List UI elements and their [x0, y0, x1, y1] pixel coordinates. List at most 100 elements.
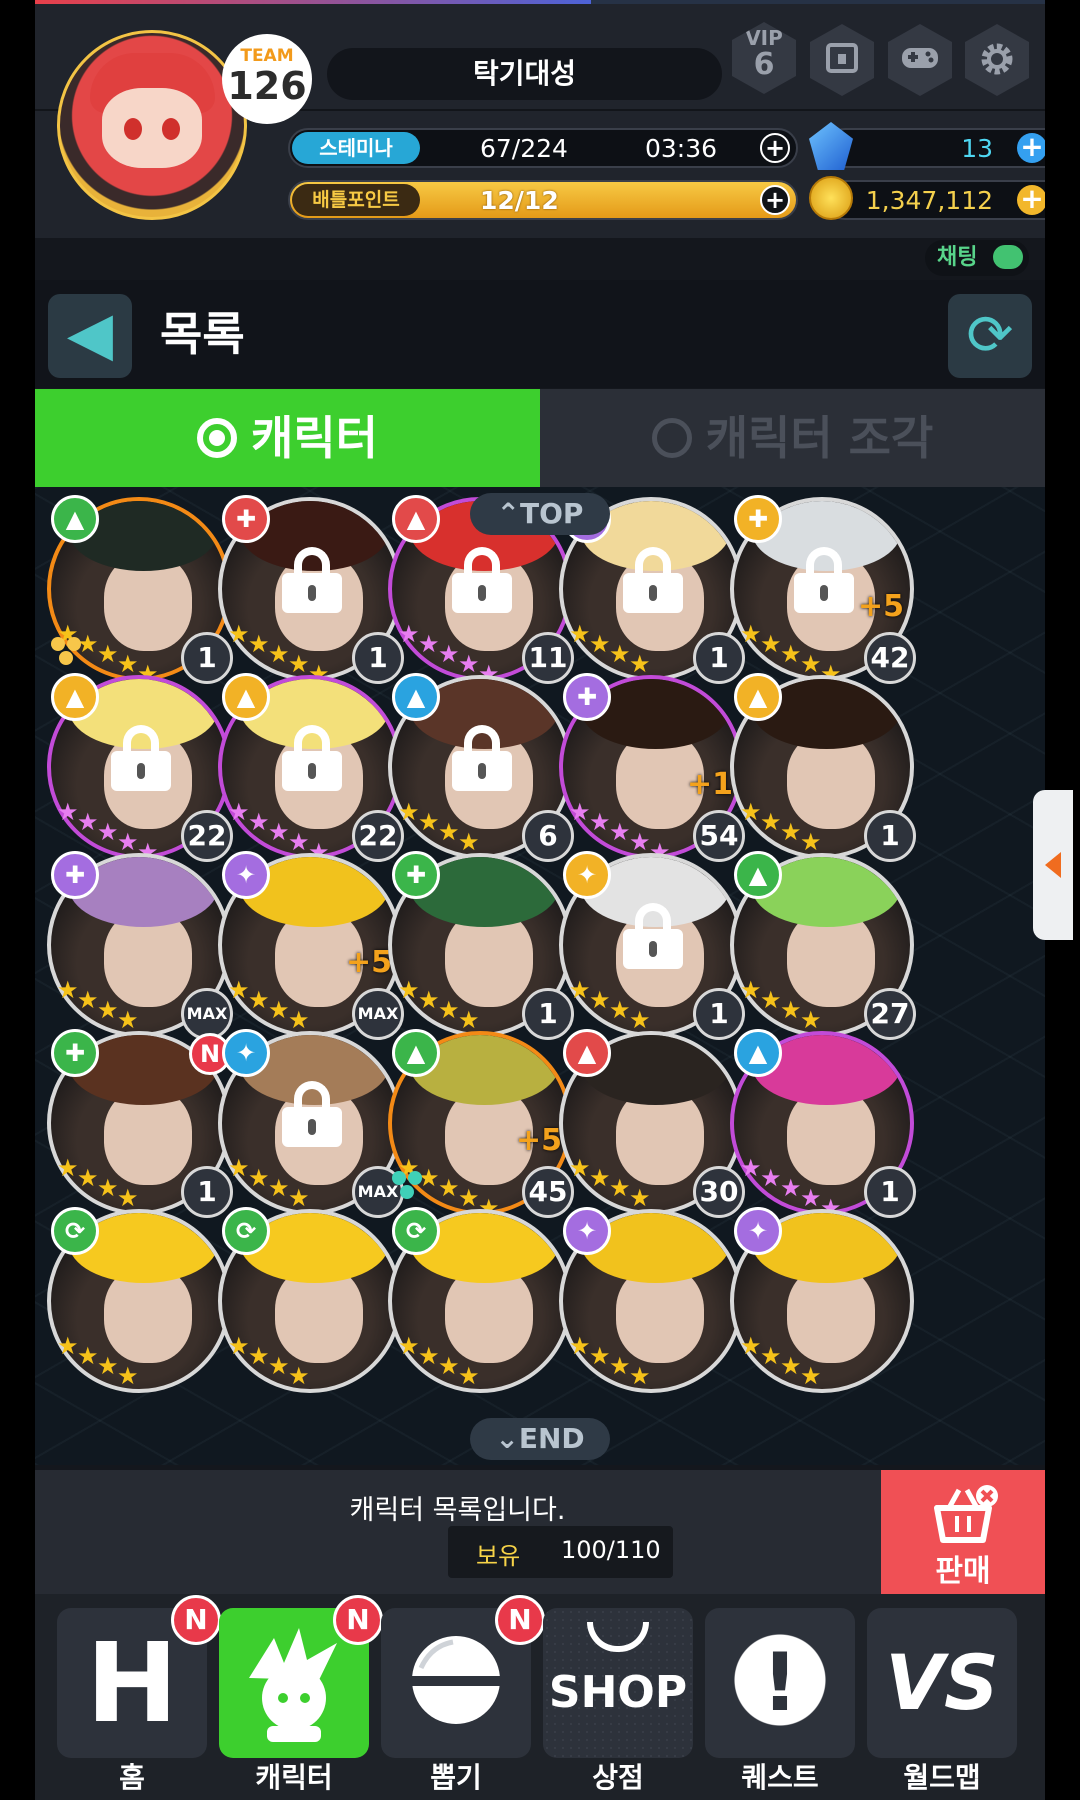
star-icon: ★	[780, 996, 802, 1024]
element-red-icon: ▲	[392, 495, 440, 543]
star-icon: ★	[57, 1154, 79, 1182]
star-icon: ★	[589, 808, 611, 836]
character-card[interactable]: ✦ ★ ★ ★ ★	[730, 1207, 920, 1399]
side-drawer-toggle[interactable]	[1033, 790, 1073, 940]
sell-button[interactable]: 판매	[881, 1470, 1045, 1594]
star-icon: ★	[228, 620, 250, 648]
element-purple-wand-icon: ✦	[563, 1207, 611, 1255]
info-message: 캐릭터 목록입니다.	[349, 1495, 566, 1526]
character-card[interactable]: ✦ ★ ★ ★ ★ +5 MAX	[218, 851, 408, 1043]
calendar-button[interactable]	[810, 24, 874, 96]
star-icon: ★	[117, 1006, 139, 1034]
avatar-face	[102, 88, 202, 168]
refresh-button[interactable]: ⟳	[948, 294, 1032, 378]
character-card[interactable]: ✚ ★ ★ ★ ★ ★ +5 42	[730, 495, 920, 687]
star-icon: ★	[609, 996, 631, 1024]
character-card[interactable]: ⟳ ★ ★ ★ ★	[218, 1207, 408, 1399]
avatar-eye	[162, 118, 180, 140]
character-grid[interactable]: ▲★★★★★1✚★★★★★1▲★★★★★11▲★★★★1✚★★★★★+542▲★…	[35, 487, 1045, 1465]
star-icon: ★	[268, 1352, 290, 1380]
team-level: 126	[227, 64, 307, 108]
star-icon: ★	[117, 1362, 139, 1390]
lock-icon	[794, 547, 854, 613]
lock-icon	[623, 903, 683, 969]
stamina-label: 스테미나	[292, 132, 420, 164]
star-icon: ★	[569, 976, 591, 1004]
character-card[interactable]: ✦ ★ ★ ★ ★ 1	[559, 851, 749, 1043]
element-green-icon: ▲	[392, 1029, 440, 1077]
sell-label: 판매	[935, 1554, 991, 1589]
star-icon: ★	[57, 798, 79, 826]
star-icon: ★	[248, 986, 270, 1014]
star-icon: ★	[268, 1174, 290, 1202]
character-card[interactable]: ▲ ★ ★ ★ ★ 27	[730, 851, 920, 1043]
character-card[interactable]: ▲ ★ ★ ★ ★ ★ 22	[47, 673, 237, 865]
star-icon: ★	[740, 976, 762, 1004]
character-card[interactable]: ▲ ★ ★ ★ ★ ★ 1	[47, 495, 237, 687]
owned-value: 100/110	[561, 1536, 661, 1564]
add-battle-points-button[interactable]: +	[760, 185, 790, 215]
add-gem-button[interactable]: +	[1017, 133, 1045, 163]
nav-label: 홈	[119, 1761, 145, 1794]
star-icon: ★	[800, 1362, 822, 1390]
character-card[interactable]: ✚ ★ ★ ★ ★ 1	[388, 851, 578, 1043]
character-card[interactable]: ▲ ★ ★ ★ ★ ★ 22	[218, 673, 408, 865]
nav-quest-button[interactable]: !	[705, 1608, 855, 1758]
nav-label: 월드맵	[903, 1761, 981, 1794]
nav-worldmap-button[interactable]: VS	[867, 1608, 1017, 1758]
element-purple-shield-icon: ✚	[563, 673, 611, 721]
character-card[interactable]: ▲ ★ ★ ★ ★ ★ +5 45	[388, 1029, 578, 1221]
chat-button[interactable]: 채팅	[925, 240, 1029, 276]
star-icon: ★	[398, 798, 420, 826]
scroll-end-button[interactable]: ⌄END	[470, 1418, 610, 1460]
star-icon: ★	[248, 1342, 270, 1370]
add-stamina-button[interactable]: +	[760, 133, 790, 163]
player-avatar[interactable]	[57, 30, 247, 220]
character-card[interactable]: ✦ ★ ★ ★ ★ MAX	[218, 1029, 408, 1221]
settings-button[interactable]	[965, 24, 1029, 96]
bottom-nav: H 홈 N 캐릭터 N 뽑기 N SHOP 상점! 퀘스트 VS 월드맵	[35, 1594, 1045, 1800]
back-button[interactable]: ◀	[48, 294, 132, 378]
player-name[interactable]: 탁기대성	[327, 48, 722, 100]
character-card[interactable]: ✚ ★ ★ ★ ★ 1 N	[47, 1029, 237, 1221]
character-card[interactable]: ⟳ ★ ★ ★ ★	[47, 1207, 237, 1399]
owned-count-box: 보유 100/110	[448, 1526, 673, 1578]
gold-count: 1,347,112	[865, 186, 993, 215]
character-card[interactable]: ▲★★★★1	[730, 673, 920, 865]
character-card[interactable]: ⟳ ★ ★ ★ ★	[388, 1207, 578, 1399]
star-rating: ★ ★ ★ ★	[740, 1327, 840, 1397]
star-icon: ★	[629, 1184, 651, 1212]
star-icon: ★	[97, 640, 119, 668]
star-icon: ★	[418, 808, 440, 836]
chat-label: 채팅	[937, 245, 978, 270]
character-card[interactable]: ▲ ★ ★ ★ ★ 6	[388, 673, 578, 865]
element-green-shield-icon: ✚	[392, 851, 440, 899]
tab-character[interactable]: 캐릭터	[35, 389, 540, 487]
star-icon: ★	[77, 808, 99, 836]
element-purple-wand-icon: ✦	[222, 851, 270, 899]
gamepad-button[interactable]	[888, 24, 952, 96]
scroll-top-button[interactable]: ⌃TOP	[470, 493, 610, 535]
star-icon: ★	[458, 1184, 480, 1212]
tab-character-pieces[interactable]: 캐릭터 조각	[540, 389, 1045, 487]
element-green-cycle-icon: ⟳	[222, 1207, 270, 1255]
character-card[interactable]: ✚ ★ ★ ★ ★ ★ 1	[218, 495, 408, 687]
character-card[interactable]: ✚ ★ ★ ★ ★ ★ +1 54	[559, 673, 749, 865]
star-icon: ★	[77, 1342, 99, 1370]
add-gold-button[interactable]: +	[1017, 185, 1045, 215]
star-icon: ★	[780, 640, 802, 668]
star-icon: ★	[800, 1184, 822, 1212]
team-level-badge: TEAM 126	[222, 34, 312, 124]
quest-icon: !	[705, 1608, 855, 1758]
star-icon: ★	[740, 1154, 762, 1182]
character-card[interactable]: ✚ ★ ★ ★ ★ MAX	[47, 851, 237, 1043]
character-card[interactable]: ▲ ★ ★ ★ ★ 30	[559, 1029, 749, 1221]
character-card[interactable]: ✦ ★ ★ ★ ★	[559, 1207, 749, 1399]
character-card[interactable]: ▲ ★ ★ ★ ★ ★ 1	[730, 1029, 920, 1221]
star-icon: ★	[97, 1352, 119, 1380]
star-icon: ★	[248, 808, 270, 836]
star-icon: ★	[117, 650, 139, 678]
star-icon: ★	[760, 1342, 782, 1370]
vip-badge[interactable]: VIP 6	[732, 22, 796, 94]
nav-shop-button[interactable]: SHOP	[543, 1608, 693, 1758]
